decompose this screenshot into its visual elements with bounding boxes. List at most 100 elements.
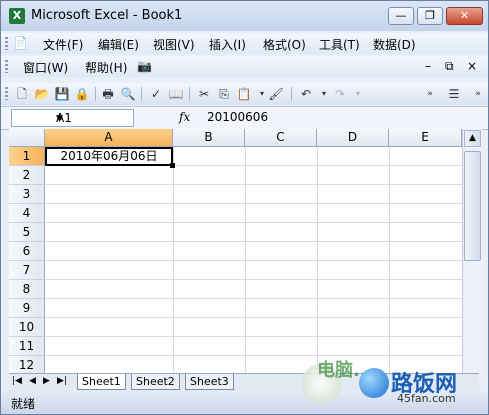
print-icon[interactable]: 🖶: [99, 85, 117, 103]
grid-line: [45, 203, 462, 204]
row-header[interactable]: 3: [9, 185, 45, 204]
open-icon[interactable]: 📂: [33, 85, 51, 103]
format-painter-icon[interactable]: 🖌: [267, 85, 285, 103]
grid-line: [45, 317, 462, 318]
doc-restore-button[interactable]: ⧉: [445, 59, 454, 74]
grid-line: [245, 147, 246, 376]
redo-icon[interactable]: ↷: [331, 85, 349, 103]
doc-close-button[interactable]: ×: [467, 59, 477, 73]
sheet-icon[interactable]: 📄: [13, 36, 28, 50]
name-box[interactable]: A1 ▼: [11, 109, 134, 127]
tab-sheet2[interactable]: Sheet2: [131, 374, 180, 390]
grid-line: [45, 184, 462, 185]
cell-a1[interactable]: 2010年06月06日: [45, 147, 173, 166]
insert-function-icon[interactable]: fx: [179, 110, 190, 124]
undo-icon[interactable]: ↶: [297, 85, 315, 103]
menu-view[interactable]: 视图(V): [153, 36, 195, 53]
toolbar-separator: [141, 87, 142, 101]
tab-sheet1[interactable]: Sheet1: [77, 374, 126, 390]
select-all-corner[interactable]: [9, 129, 45, 147]
copy-icon[interactable]: ⎘: [215, 85, 233, 103]
row-header[interactable]: 2: [9, 166, 45, 185]
grid-line: [45, 336, 462, 337]
window-title: Microsoft Excel - Book1: [31, 8, 183, 23]
toolbar-separator: [189, 87, 190, 101]
doc-minimize-button[interactable]: –: [425, 59, 431, 73]
column-header-d[interactable]: D: [317, 129, 389, 147]
menu-data[interactable]: 数据(D): [373, 36, 416, 53]
research-icon[interactable]: 📖: [167, 85, 185, 103]
toolbar-options-icon-2[interactable]: »: [469, 85, 487, 103]
menu-insert[interactable]: 插入(I): [209, 36, 246, 53]
spelling-icon[interactable]: ✓: [147, 85, 165, 103]
save-icon[interactable]: 💾: [53, 85, 71, 103]
grid-line: [317, 147, 318, 376]
title-bar: X Microsoft Excel - Book1 — ❐ ✕: [1, 1, 488, 31]
grid-line: [45, 241, 462, 242]
grid-line: [45, 279, 462, 280]
row-header[interactable]: 8: [9, 280, 45, 299]
grid-line: [45, 222, 462, 223]
grid-line: [45, 260, 462, 261]
grid-line: [173, 147, 174, 376]
tab-sheet3[interactable]: Sheet3: [185, 374, 234, 390]
row-header[interactable]: 7: [9, 261, 45, 280]
row-header[interactable]: 1: [9, 147, 45, 166]
scroll-up-icon[interactable]: ▲: [464, 130, 481, 147]
standard-toolbar: 🗋 📂 💾 🔒 🖶 🔍 ✓ 📖 ✂ ⎘ 📋 ▾ 🖌 ↶ ▾ ↷ ▾ » ☰ »: [1, 83, 488, 105]
align-icon[interactable]: ☰: [445, 85, 463, 103]
cut-icon[interactable]: ✂: [195, 85, 213, 103]
toolbar-grip-icon[interactable]: [5, 87, 8, 100]
grid-line: [389, 147, 390, 376]
menu-tools[interactable]: 工具(T): [319, 36, 360, 53]
menu-grip-icon[interactable]: [5, 60, 8, 73]
row-header[interactable]: 9: [9, 299, 45, 318]
restore-button[interactable]: ❐: [417, 7, 443, 25]
menu-window[interactable]: 窗口(W): [23, 59, 68, 76]
menu-file[interactable]: 文件(F): [43, 36, 83, 53]
toolbar-options-icon[interactable]: »: [421, 85, 439, 103]
column-header-a[interactable]: A: [45, 129, 173, 147]
menu-help[interactable]: 帮助(H): [85, 59, 127, 76]
menu-format[interactable]: 格式(O): [263, 36, 306, 53]
chevron-down-icon[interactable]: ▼: [56, 111, 129, 127]
menu-bar: 📄 文件(F) 编辑(E) 视图(V) 插入(I) 格式(O) 工具(T) 数据…: [1, 33, 488, 54]
paste-icon[interactable]: 📋: [235, 85, 253, 103]
row-header[interactable]: 10: [9, 318, 45, 337]
prev-sheet-icon[interactable]: ◀: [29, 374, 36, 389]
grid-line: [45, 298, 462, 299]
redo-dropdown-icon[interactable]: ▾: [349, 85, 367, 103]
toolbar-separator: [95, 87, 96, 101]
column-header-e[interactable]: E: [389, 129, 462, 147]
worksheet-grid[interactable]: A B C D E 1 2 3 4 5 6 7 8 9 10 11 12 201…: [9, 129, 462, 376]
next-sheet-icon[interactable]: ▶: [43, 374, 50, 389]
watermark-url: 45fan.com: [397, 392, 456, 405]
menu-bar-row2: 窗口(W) 帮助(H) 📷 – ⧉ ×: [1, 56, 488, 77]
camera-icon[interactable]: 📷: [137, 59, 152, 73]
vertical-scrollbar[interactable]: ▲: [462, 129, 482, 376]
column-header-c[interactable]: C: [245, 129, 317, 147]
formula-input[interactable]: 20100606: [207, 110, 268, 124]
toolbar-separator: [291, 87, 292, 101]
close-button[interactable]: ✕: [446, 7, 483, 25]
formula-bar: A1 ▼ fx 20100606: [1, 106, 488, 130]
first-sheet-icon[interactable]: |◀: [12, 374, 22, 389]
row-header[interactable]: 4: [9, 204, 45, 223]
row-header[interactable]: 5: [9, 223, 45, 242]
column-header-b[interactable]: B: [173, 129, 245, 147]
minimize-button[interactable]: —: [388, 7, 414, 25]
excel-window: X Microsoft Excel - Book1 — ❐ ✕ 📄 文件(F) …: [0, 0, 489, 415]
menu-grip-icon[interactable]: [5, 37, 8, 50]
status-text: 就绪: [11, 397, 36, 411]
permission-icon[interactable]: 🔒: [73, 85, 91, 103]
menu-edit[interactable]: 编辑(E): [98, 36, 139, 53]
excel-app-icon: X: [9, 8, 25, 24]
print-preview-icon[interactable]: 🔍: [119, 85, 137, 103]
row-header[interactable]: 11: [9, 337, 45, 356]
new-icon[interactable]: 🗋: [13, 85, 31, 103]
watermark-logo: 电脑... 路饭网 45fan.com: [301, 356, 486, 414]
last-sheet-icon[interactable]: ▶|: [57, 374, 67, 389]
row-header[interactable]: 6: [9, 242, 45, 261]
fill-handle[interactable]: [170, 163, 175, 168]
scrollbar-thumb[interactable]: [464, 151, 481, 261]
